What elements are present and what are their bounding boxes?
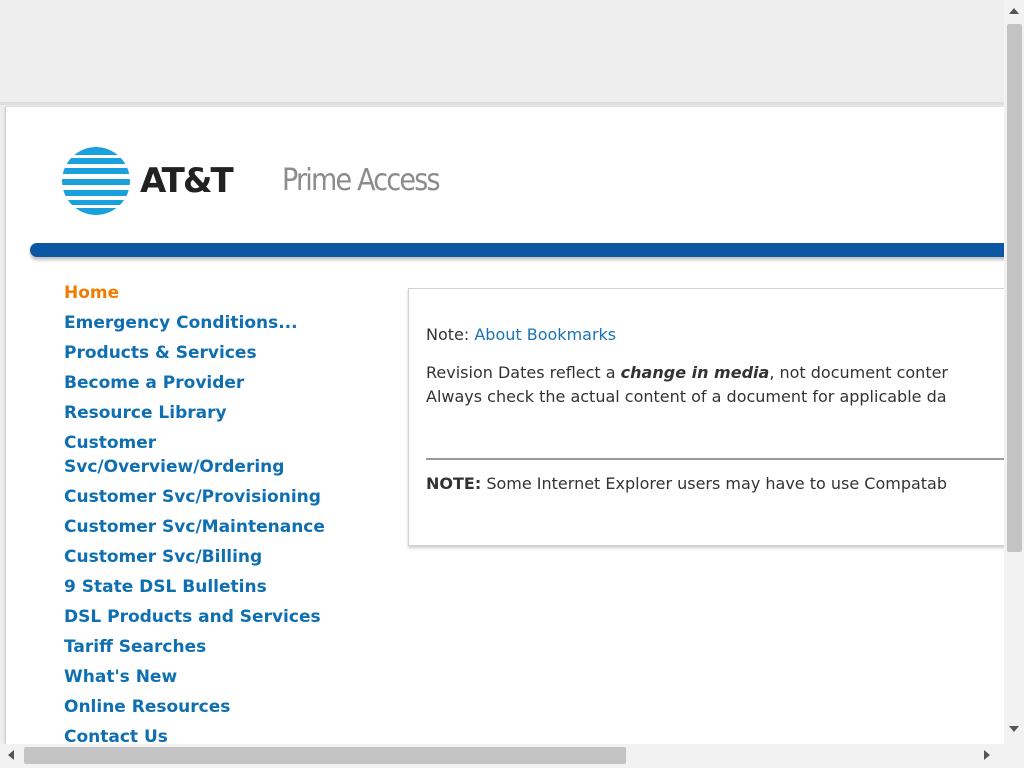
vertical-scroll-thumb[interactable]: [1007, 24, 1022, 552]
nav-item-whats-new[interactable]: What's New: [64, 665, 364, 689]
revision-line2: Always check the actual content of a doc…: [426, 387, 947, 406]
arrow-right-icon[interactable]: [984, 750, 990, 760]
ie-note-text: Some Internet Explorer users may have to…: [486, 474, 948, 493]
vertical-scrollbar[interactable]: [1004, 0, 1024, 744]
nav-item-contact-us[interactable]: Contact Us: [64, 725, 364, 744]
header-bar: [30, 243, 1004, 257]
about-bookmarks-link[interactable]: About Bookmarks: [474, 325, 616, 344]
product-name: Prime Access: [282, 163, 441, 198]
revision-emphasis: change in media: [620, 363, 770, 382]
nav-item-dsl-products[interactable]: DSL Products and Services: [64, 605, 364, 629]
revision-suffix: , not document conter: [769, 363, 949, 382]
revision-note: Revision Dates reflect a change in media…: [426, 361, 948, 409]
nav-item-online-resources[interactable]: Online Resources: [64, 695, 364, 719]
site-header: AT&T Prime Access: [6, 107, 1004, 247]
nav-item-customer-svc-overview[interactable]: Customer Svc/Overview/Ordering: [64, 431, 304, 479]
nav-item-tariff-searches[interactable]: Tariff Searches: [64, 635, 364, 659]
nav-item-dsl-bulletins[interactable]: 9 State DSL Bulletins: [64, 575, 364, 599]
horizontal-scrollbar[interactable]: [0, 744, 1004, 768]
brand-name: AT&T: [140, 161, 234, 201]
scrollbar-corner: [1004, 744, 1024, 768]
revision-prefix: Revision Dates reflect a: [426, 363, 616, 382]
horizontal-scroll-thumb[interactable]: [24, 747, 626, 764]
notice-panel: Note: About Bookmarks Revision Dates ref…: [408, 288, 1004, 546]
arrow-up-icon[interactable]: [1009, 8, 1019, 14]
nav-item-become-provider[interactable]: Become a Provider: [64, 371, 364, 395]
arrow-left-icon[interactable]: [8, 750, 14, 760]
nav-item-products-services[interactable]: Products & Services: [64, 341, 364, 365]
ie-note-label: NOTE:: [426, 474, 482, 493]
nav-item-customer-svc-provisioning[interactable]: Customer Svc/Provisioning: [64, 485, 364, 509]
nav-item-emergency-conditions[interactable]: Emergency Conditions...: [64, 311, 364, 335]
divider: [426, 458, 1004, 460]
browser-top-area: [0, 0, 1004, 105]
note-prefix: Note:: [426, 325, 470, 344]
page-content: AT&T Prime Access Home Emergency Conditi…: [6, 107, 1004, 744]
arrow-down-icon[interactable]: [1009, 726, 1019, 732]
nav-item-customer-svc-billing[interactable]: Customer Svc/Billing: [64, 545, 364, 569]
main-nav: Home Emergency Conditions... Products & …: [64, 281, 364, 744]
nav-item-customer-svc-maintenance[interactable]: Customer Svc/Maintenance: [64, 515, 364, 539]
nav-item-resource-library[interactable]: Resource Library: [64, 401, 364, 425]
bookmarks-note: Note: About Bookmarks: [426, 325, 616, 344]
ie-compatibility-note: NOTE: Some Internet Explorer users may h…: [426, 474, 947, 493]
nav-item-home[interactable]: Home: [64, 281, 364, 305]
att-globe-icon[interactable]: [60, 145, 132, 217]
